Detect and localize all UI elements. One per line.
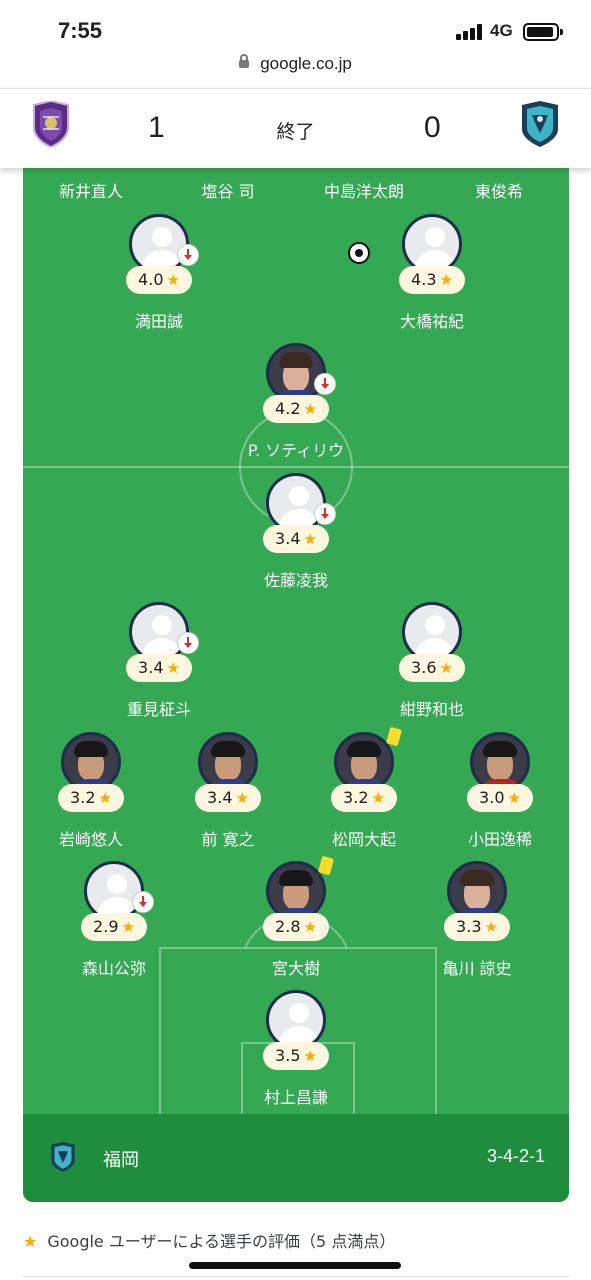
match-status: 終了 (276, 121, 315, 143)
player-avatar-placeholder (266, 473, 326, 533)
substitute-name[interactable]: 新井直人 (59, 178, 123, 202)
player-rating: 3.2 ★ (331, 784, 397, 812)
player-card[interactable]: 4.2 ★ P. ソティリウ (216, 343, 376, 473)
player-avatar-placeholder (129, 602, 189, 662)
player-name: 佐藤凌我 (263, 571, 328, 590)
player-rating: 3.2 ★ (58, 784, 124, 812)
substitute-name[interactable]: 中島洋太朗 (324, 178, 404, 202)
signal-icon (456, 24, 484, 40)
star-icon: ★ (303, 918, 317, 936)
player-name: 宮大樹 (271, 959, 320, 978)
player-name: 紺野和也 (399, 700, 464, 719)
pitch: 新井直人 塩谷 司 中島洋太朗 東俊希 4.0 ★ 満田誠 4.3 ★ 大橋祐紀 4… (23, 168, 569, 1202)
player-card[interactable]: 3.0 ★ 小田逸稀 (420, 732, 569, 862)
player-photo (198, 732, 258, 792)
team-name: 福岡 (103, 1150, 139, 1171)
player-rating: 3.3 ★ (444, 913, 510, 941)
star-icon: ★ (121, 918, 135, 936)
player-rating: 3.4 ★ (126, 654, 192, 682)
player-rating: 4.3 ★ (399, 266, 465, 294)
address-bar[interactable]: google.co.jp (0, 54, 591, 84)
substitution-off-icon (314, 503, 336, 525)
player-rating: 4.2 ★ (263, 395, 329, 423)
star-icon: ★ (303, 530, 317, 548)
star-icon: ★ (439, 659, 453, 677)
player-card[interactable]: 2.9 ★ 森山公弥 (34, 861, 194, 991)
player-name: P. ソティリウ (247, 441, 345, 460)
avispa-crest-icon (51, 1142, 75, 1172)
home-indicator[interactable] (189, 1262, 401, 1269)
player-photo (61, 732, 121, 792)
star-icon: ★ (303, 400, 317, 418)
status-time: 7:55 (58, 18, 103, 43)
player-avatar-placeholder (84, 861, 144, 921)
player-rating: 3.4 ★ (195, 784, 261, 812)
player-name: 村上昌謙 (263, 1088, 328, 1107)
player-name: 小田逸稀 (467, 830, 532, 849)
substitution-off-icon (177, 632, 199, 654)
player-rating: 3.6 ★ (399, 654, 465, 682)
star-icon: ★ (303, 1047, 317, 1065)
player-card[interactable]: 2.8 ★ 宮大樹 (216, 855, 376, 991)
avispa-crest-icon[interactable] (520, 101, 560, 147)
star-icon: ★ (166, 659, 180, 677)
player-avatar-placeholder (266, 990, 326, 1050)
yellow-card-icon (386, 726, 402, 747)
team-bar: 福岡 3-4-2-1 (23, 1114, 569, 1202)
player-photo (266, 861, 326, 921)
player-photo (334, 732, 394, 792)
player-card[interactable]: 3.4 ★ 重見柾斗 (79, 602, 239, 732)
status-bar: 7:55 4G (0, 0, 591, 54)
player-name: 重見柾斗 (126, 700, 191, 719)
substitutes-row: 新井直人 塩谷 司 中島洋太朗 東俊希 (23, 178, 569, 202)
player-card[interactable]: 4.3 ★ 大橋祐紀 (348, 214, 512, 344)
star-icon: ★ (484, 918, 498, 936)
player-rating: 3.0 ★ (467, 784, 533, 812)
substitution-off-icon (132, 891, 154, 913)
substitute-name[interactable]: 東俊希 (475, 178, 523, 202)
star-icon: ★ (166, 271, 180, 289)
substitute-name[interactable]: 塩谷 司 (201, 178, 254, 202)
star-icon: ★ (371, 789, 385, 807)
player-avatar-placeholder (402, 214, 462, 274)
star-icon: ★ (23, 1232, 38, 1251)
yellow-card-icon (318, 855, 334, 876)
player-rating: 2.9 ★ (81, 913, 147, 941)
player-rating: 3.4 ★ (263, 525, 329, 553)
player-avatar-placeholder (402, 602, 462, 662)
player-rating: 2.8 ★ (263, 913, 329, 941)
player-name: 亀川 諒史 (442, 959, 512, 978)
rating-footnote: ★ Google ユーザーによる選手の評価（5 点満点） (23, 1228, 569, 1252)
star-icon: ★ (235, 789, 249, 807)
player-rating: 4.0 ★ (126, 266, 192, 294)
substitution-off-icon (177, 244, 199, 266)
network-type: 4G (490, 21, 513, 40)
player-name: 満田誠 (134, 312, 183, 331)
star-icon: ★ (507, 789, 521, 807)
player-photo (447, 861, 507, 921)
player-photo (266, 343, 326, 403)
player-photo (470, 732, 530, 792)
player-card[interactable]: 3.6 ★ 紺野和也 (352, 602, 512, 732)
goal-ball-icon (348, 242, 370, 264)
star-icon: ★ (439, 271, 453, 289)
away-score: 0 (424, 111, 441, 144)
battery-icon (523, 23, 563, 41)
player-card[interactable]: 3.3 ★ 亀川 諒史 (397, 861, 557, 991)
team-formation: 3-4-2-1 (486, 1146, 545, 1166)
player-card[interactable]: 3.5 ★ 村上昌謙 (216, 990, 376, 1120)
player-card[interactable]: 3.4 ★ 佐藤凌我 (216, 473, 376, 603)
url-text: google.co.jp (260, 54, 352, 73)
score-header: 1 終了 0 (0, 88, 591, 168)
player-name: 大橋祐紀 (399, 312, 464, 331)
player-card[interactable]: 4.0 ★ 満田誠 (79, 214, 239, 344)
star-icon: ★ (98, 789, 112, 807)
divider (23, 1276, 569, 1277)
player-rating: 3.5 ★ (263, 1042, 329, 1070)
lock-icon (239, 54, 250, 68)
player-avatar-placeholder (129, 214, 189, 274)
substitution-off-icon (314, 373, 336, 395)
footnote-text: Google ユーザーによる選手の評価（5 点満点） (47, 1232, 396, 1251)
player-name: 森山公弥 (81, 959, 146, 978)
